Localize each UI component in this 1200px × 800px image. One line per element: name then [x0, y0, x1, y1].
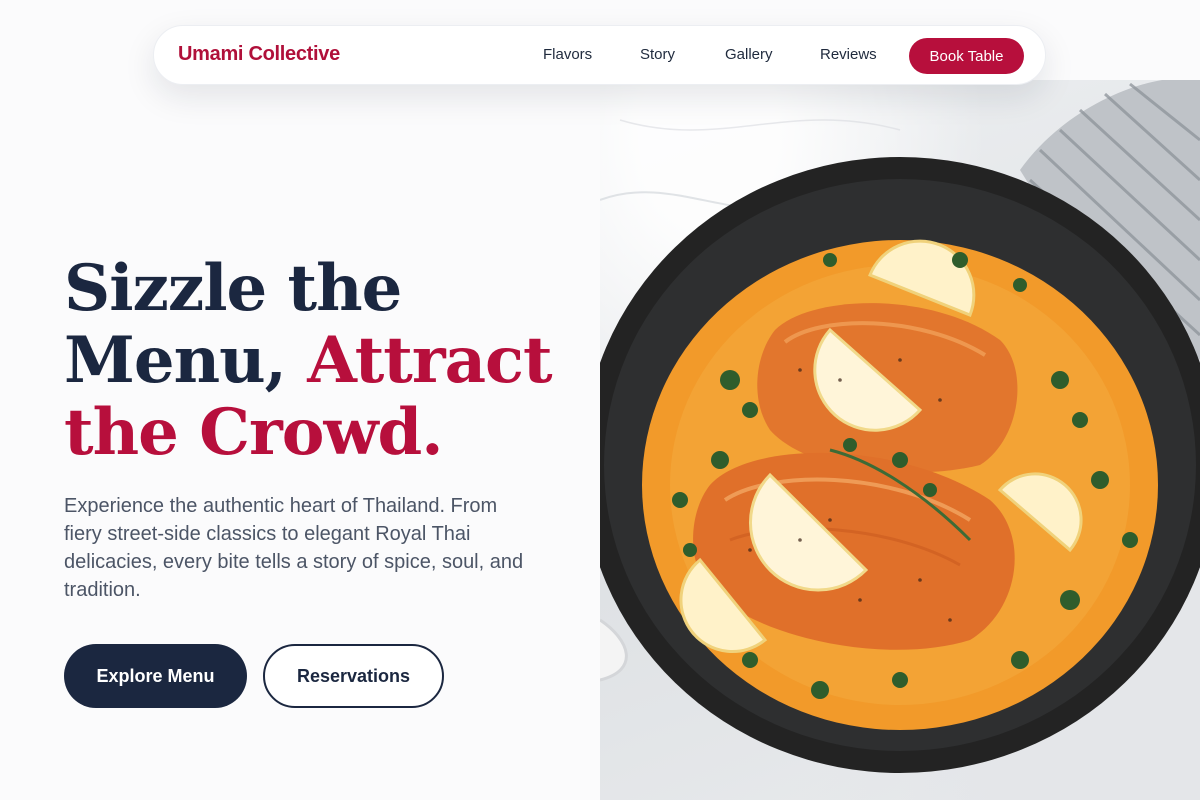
- nav-link-story[interactable]: Story: [640, 46, 675, 63]
- book-table-button[interactable]: Book Table: [909, 38, 1024, 74]
- hero-headline: Sizzle the Menu, Attract the Crowd.: [64, 253, 584, 469]
- hero-food-image: [600, 80, 1200, 800]
- reservations-button[interactable]: Reservations: [263, 644, 444, 708]
- nav-link-gallery[interactable]: Gallery: [725, 46, 773, 63]
- hero-description: Experience the authentic heart of Thaila…: [64, 495, 524, 601]
- nav-link-flavors[interactable]: Flavors: [543, 46, 592, 63]
- top-navigation: Umami Collective Flavors Story Gallery R…: [153, 25, 1046, 85]
- brand-logo[interactable]: Umami Collective: [178, 43, 340, 66]
- nav-link-reviews[interactable]: Reviews: [820, 46, 877, 63]
- curry-pan-illustration: [600, 80, 1200, 773]
- explore-menu-button[interactable]: Explore Menu: [64, 644, 247, 708]
